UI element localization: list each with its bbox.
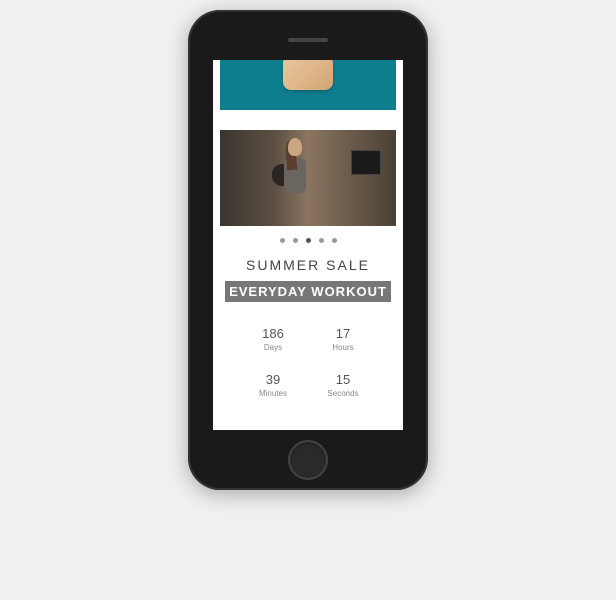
- carousel-slide-image[interactable]: [220, 130, 396, 226]
- carousel-dot-1[interactable]: [293, 238, 298, 243]
- carousel-dot-3[interactable]: [319, 238, 324, 243]
- countdown-minutes-label: Minutes: [243, 389, 303, 398]
- countdown-hours-label: Hours: [313, 343, 373, 352]
- workout-title: EVERYDAY WORKOUT: [225, 281, 391, 302]
- slide-monitor-shape: [351, 150, 381, 175]
- phone-top-bezel: [198, 20, 418, 60]
- carousel-pagination: [213, 238, 403, 243]
- carousel: [213, 130, 403, 243]
- countdown-days-label: Days: [243, 343, 303, 352]
- countdown-timer: 186 Days 17 Hours 39 Minutes 15 Seconds: [213, 326, 403, 398]
- countdown-minutes: 39 Minutes: [243, 372, 303, 398]
- countdown-hours-value: 17: [313, 326, 373, 341]
- countdown-seconds-label: Seconds: [313, 389, 373, 398]
- phone-screen[interactable]: SUMMER SALE EVERYDAY WORKOUT 186 Days 17…: [213, 60, 403, 430]
- carousel-dot-4[interactable]: [332, 238, 337, 243]
- phone-home-button[interactable]: [288, 440, 328, 480]
- workout-title-wrap: EVERYDAY WORKOUT: [213, 281, 403, 302]
- hero-product-image: [283, 60, 333, 90]
- countdown-hours: 17 Hours: [313, 326, 373, 352]
- countdown-seconds: 15 Seconds: [313, 372, 373, 398]
- countdown-seconds-value: 15: [313, 372, 373, 387]
- countdown-days-value: 186: [243, 326, 303, 341]
- carousel-dot-0[interactable]: [280, 238, 285, 243]
- phone-speaker: [288, 38, 328, 42]
- slide-person-shape: [270, 138, 310, 218]
- hero-banner[interactable]: [220, 60, 396, 110]
- countdown-days: 186 Days: [243, 326, 303, 352]
- phone-device-frame: SUMMER SALE EVERYDAY WORKOUT 186 Days 17…: [188, 10, 428, 490]
- countdown-minutes-value: 39: [243, 372, 303, 387]
- carousel-dot-2[interactable]: [306, 238, 311, 243]
- slide-head-shape: [288, 138, 302, 156]
- sale-heading: SUMMER SALE: [213, 257, 403, 273]
